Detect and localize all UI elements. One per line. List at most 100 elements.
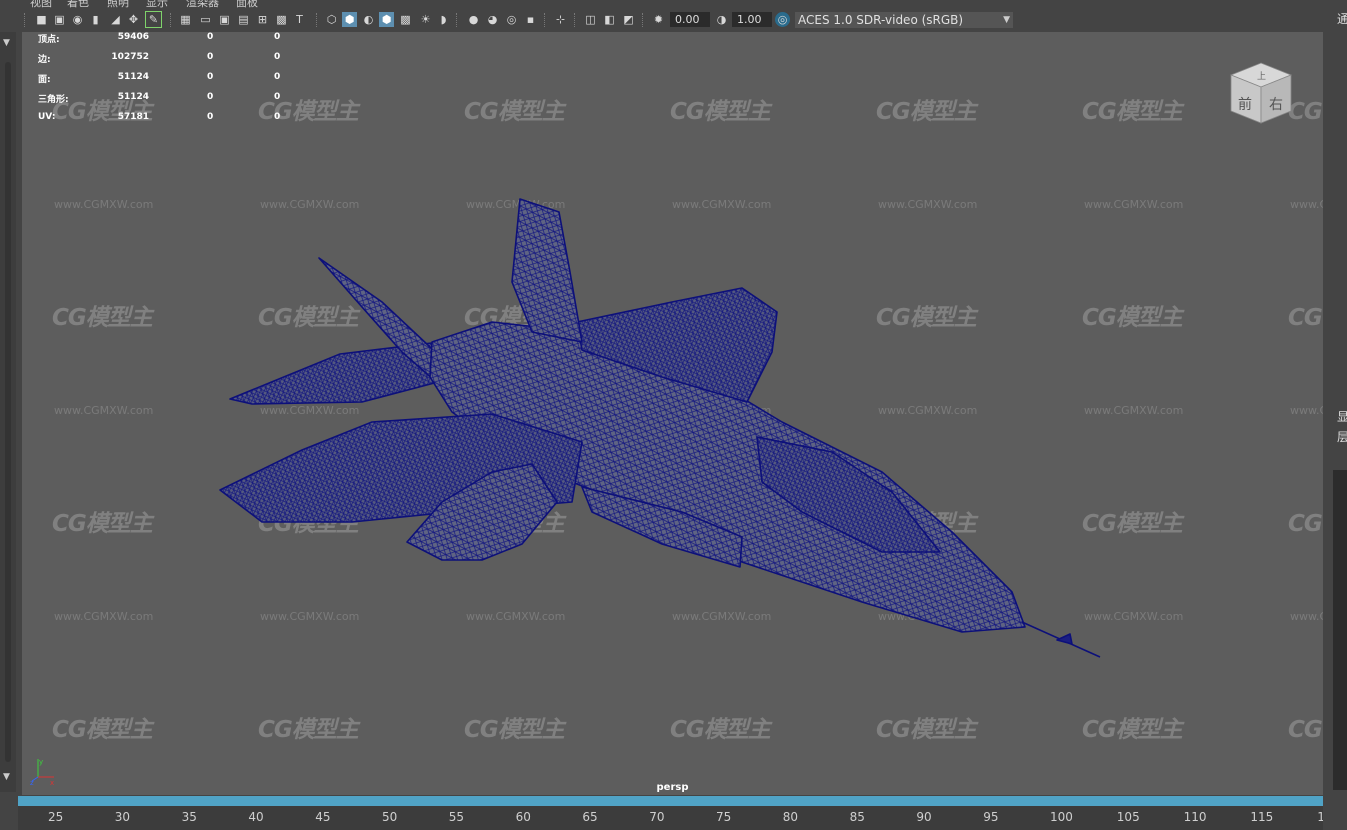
timeline-tick: 70 bbox=[649, 810, 665, 824]
right-panel-label-1: 通 bbox=[1337, 12, 1347, 26]
default-material-icon[interactable]: ◐ bbox=[361, 12, 376, 27]
persp-viewport[interactable]: CG模型主 www.CGMXW.com CG模型主 www.CGMXW.com CG模型… bbox=[22, 32, 1323, 795]
field-chart-icon[interactable]: ⊞ bbox=[255, 12, 270, 27]
colorspace-label: ACES 1.0 SDR-video (sRGB) bbox=[798, 13, 964, 27]
timeline-tick: 50 bbox=[382, 810, 398, 824]
collapse-arrow-bottom-icon[interactable]: ▼ bbox=[3, 772, 10, 782]
panel-toolbar: ■ ▣ ◉ ▮ ◢ ✥ ✎ ▦ ▭ ▣ ▤ ⊞ ▩ T ⬡ ⬢ ◐ ⬢ ▩ ☀ … bbox=[22, 8, 1322, 32]
timeline-tick: 25 bbox=[48, 810, 64, 824]
view-cube-front: 前 bbox=[1238, 96, 1252, 113]
timeline-tick: 80 bbox=[782, 810, 799, 824]
gamma-field[interactable]: 1.00 bbox=[732, 12, 772, 27]
hud-edges-extra: 0 bbox=[274, 52, 281, 62]
hud-faces-extra: 0 bbox=[274, 72, 281, 82]
probe-tip bbox=[1056, 633, 1073, 645]
hud-label-faces: 面: bbox=[38, 75, 51, 85]
timeline-tick: 90 bbox=[916, 810, 932, 824]
view-cube-top: 上 bbox=[1257, 71, 1266, 82]
hud-edges-value: 102752 bbox=[111, 52, 149, 62]
viewport-menu-bar: 视图 着色 照明 显示 渲染器 面板 bbox=[0, 0, 1347, 8]
textured-icon[interactable]: ▩ bbox=[398, 12, 413, 27]
gate-mask-icon[interactable]: ▤ bbox=[236, 12, 251, 27]
two-d-pan-zoom-icon[interactable]: ✥ bbox=[126, 12, 141, 27]
depth-of-field-icon[interactable]: ▪ bbox=[523, 12, 538, 27]
left-scrollbar[interactable] bbox=[5, 62, 11, 762]
right-panel-label-3: 层 bbox=[1337, 430, 1347, 444]
hud-faces-value: 51124 bbox=[117, 72, 149, 82]
right-panel-scroll[interactable] bbox=[1333, 470, 1347, 790]
shadows-icon[interactable]: ◗ bbox=[436, 12, 451, 27]
left-tool-strip: ▼ ▼ bbox=[0, 32, 16, 792]
exposure-field[interactable]: 0.00 bbox=[670, 12, 710, 27]
resolution-gate-icon[interactable]: ▣ bbox=[217, 12, 232, 27]
timeline-tick: 30 bbox=[114, 810, 131, 824]
menu-renderer[interactable]: 渲染器 bbox=[186, 0, 219, 8]
timeline-tick: 55 bbox=[448, 810, 465, 824]
use-all-lights-icon[interactable]: ☀ bbox=[418, 12, 433, 27]
menu-shading[interactable]: 着色 bbox=[67, 0, 89, 8]
multisample-aa-icon[interactable]: ◎ bbox=[504, 12, 519, 27]
hud-uvs-extra: 0 bbox=[274, 112, 281, 122]
screen-space-ao-icon[interactable]: ● bbox=[466, 12, 481, 27]
right-panel-label-2: 显 bbox=[1337, 410, 1347, 424]
bookmark-camera-icon[interactable]: ◉ bbox=[70, 12, 85, 27]
color-management-icon[interactable]: ◎ bbox=[775, 12, 790, 27]
isolate-select-icon[interactable]: ⊹ bbox=[553, 12, 568, 27]
camera-attributes-icon[interactable]: ▣ bbox=[52, 12, 67, 27]
hud-triangles-selected: 0 bbox=[207, 92, 214, 102]
timeline-tick: 45 bbox=[315, 810, 331, 824]
timeline-tick: 35 bbox=[181, 810, 197, 824]
timeline-tick: 100 bbox=[1050, 810, 1073, 824]
hud-triangles-value: 51124 bbox=[117, 92, 149, 102]
hud-label-uvs: UV: bbox=[38, 112, 56, 122]
view-cube-right: 右 bbox=[1269, 97, 1283, 113]
camera-select-icon[interactable]: ■ bbox=[34, 12, 49, 27]
timeline-tick: 110 bbox=[1183, 810, 1207, 824]
safe-action-icon[interactable]: ▩ bbox=[274, 12, 289, 27]
timeline-tick: 60 bbox=[515, 810, 531, 824]
hud-vertices-extra: 0 bbox=[274, 32, 281, 42]
colorspace-dropdown[interactable]: ACES 1.0 SDR-video (sRGB) ▼ bbox=[795, 12, 1013, 28]
chevron-down-icon: ▼ bbox=[1003, 15, 1010, 25]
grease-pencil-icon[interactable]: ✎ bbox=[145, 11, 162, 28]
collapse-arrow-icon[interactable]: ▼ bbox=[3, 38, 10, 48]
hud-label-vertices: 顶点: bbox=[38, 35, 60, 45]
hud-triangles-extra: 0 bbox=[274, 92, 281, 102]
jet-wireframe-model[interactable] bbox=[22, 32, 1323, 795]
view-cube[interactable]: 上 前 右 bbox=[1227, 59, 1295, 127]
timeline-tick: 115 bbox=[1250, 810, 1274, 824]
timeline-tick: 95 bbox=[983, 810, 999, 824]
camera-label: persp bbox=[656, 782, 689, 793]
exposure-icon[interactable]: ✹ bbox=[651, 12, 666, 27]
menu-panels[interactable]: 面板 bbox=[236, 0, 258, 8]
bookmark-icon[interactable]: ▮ bbox=[88, 12, 103, 27]
hud-label-triangles: 三角形: bbox=[38, 95, 69, 105]
timeline-tick: 105 bbox=[1116, 810, 1140, 824]
timeline-tick: 75 bbox=[716, 810, 732, 824]
right-vertical-fin bbox=[511, 198, 583, 343]
hud-label-edges: 边: bbox=[38, 55, 51, 65]
hud-edges-selected: 0 bbox=[207, 52, 214, 62]
xray-joints-icon[interactable]: ◧ bbox=[602, 12, 617, 27]
image-plane-icon[interactable]: ◢ bbox=[108, 12, 123, 27]
xray-icon[interactable]: ◫ bbox=[583, 12, 598, 27]
timeline-tick: 40 bbox=[248, 810, 264, 824]
time-slider-bar[interactable] bbox=[18, 796, 1323, 806]
timeline-tick: 65 bbox=[582, 810, 598, 824]
menu-show[interactable]: 显示 bbox=[146, 0, 168, 8]
menu-lighting[interactable]: 照明 bbox=[107, 0, 129, 8]
timeline-ruler[interactable]: 25 30 35 40 45 50 55 60 65 70 75 80 85 90 95 100 105 110 1… bbox=[18, 806, 1323, 830]
hud-vertices-value: 59406 bbox=[117, 32, 149, 42]
safe-title-icon[interactable]: T bbox=[292, 12, 307, 27]
xray-active-components-icon[interactable]: ◩ bbox=[621, 12, 636, 27]
film-gate-icon[interactable]: ▭ bbox=[198, 12, 213, 27]
wireframe-shading-icon[interactable]: ⬡ bbox=[324, 12, 339, 27]
smooth-shading-icon[interactable]: ⬢ bbox=[342, 12, 357, 27]
motion-blur-icon[interactable]: ◕ bbox=[485, 12, 500, 27]
wireframe-on-shaded-icon[interactable]: ⬢ bbox=[379, 12, 394, 27]
gamma-icon[interactable]: ◑ bbox=[714, 12, 729, 27]
menu-view[interactable]: 视图 bbox=[30, 0, 52, 8]
hud-faces-selected: 0 bbox=[207, 72, 214, 82]
svg-text:y: y bbox=[39, 758, 43, 766]
grid-icon[interactable]: ▦ bbox=[178, 12, 193, 27]
